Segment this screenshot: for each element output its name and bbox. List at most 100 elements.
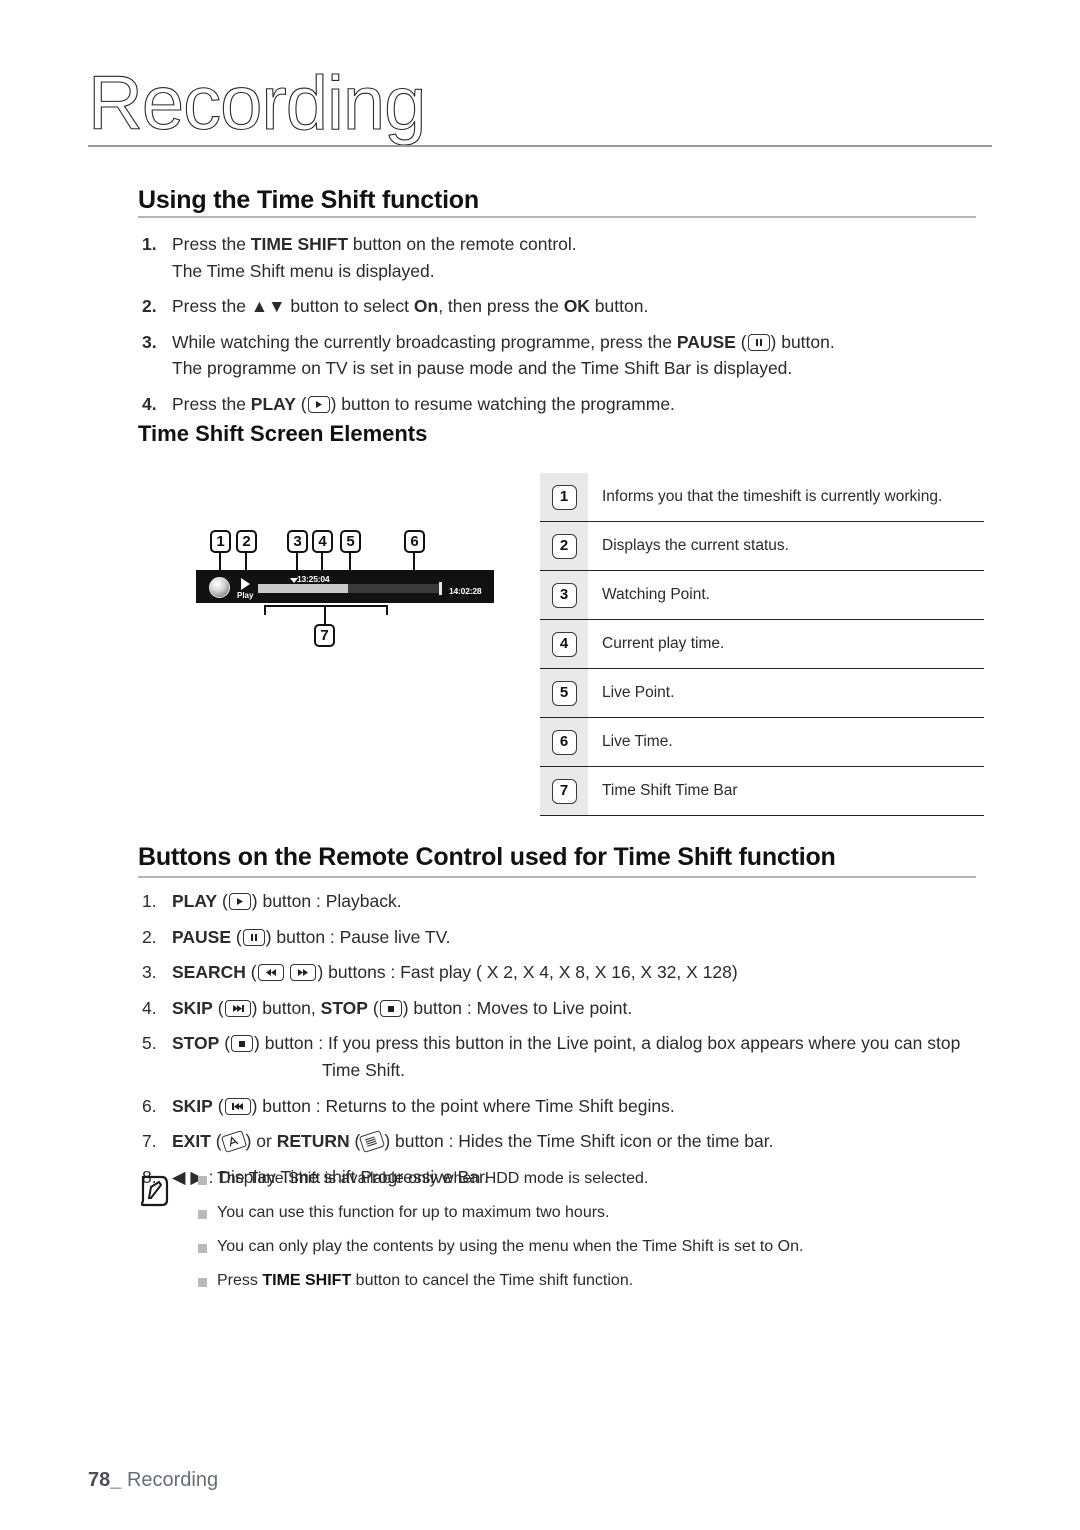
remote-item-5-line-2: Time Shift.	[322, 1059, 405, 1080]
leader-line-4	[321, 553, 323, 575]
step-1-line-2: The Time Shift menu is displayed.	[172, 260, 435, 281]
remote-item-7: 7. EXIT () or RETURN () button : Hides t…	[138, 1128, 988, 1155]
callout-7: 7	[314, 624, 335, 647]
legend-number-cell: 2	[540, 522, 588, 570]
step-3-line-2: The programme on TV is set in pause mode…	[172, 358, 793, 379]
step-4-text-a: Press the	[172, 393, 251, 414]
chapter-rule	[88, 145, 992, 147]
remote-item-4-mid: button,	[257, 997, 321, 1018]
rewind-key-icon	[257, 964, 284, 982]
step-2: 2. Press the ▲▼ button to select On, the…	[138, 293, 978, 320]
callout-4: 4	[312, 530, 333, 553]
leader-line-7	[324, 605, 326, 625]
paren-open: (	[231, 926, 242, 947]
remote-bold-stop: STOP	[172, 1033, 220, 1054]
step-2-number: 2.	[142, 296, 157, 317]
remote-item-4-number: 4.	[142, 997, 157, 1018]
callout-3: 3	[287, 530, 308, 553]
osd-status-label: Play	[237, 591, 254, 600]
legend-number-cell: 6	[540, 718, 588, 766]
current-play-time: 13:25:04	[297, 574, 330, 584]
section-heading-remote-buttons: Buttons on the Remote Control used for T…	[138, 843, 836, 871]
legend-text-3: Watching Point.	[602, 586, 710, 603]
paren-open: (	[367, 997, 379, 1018]
note-text-4-b: button to cancel the Time shift function…	[351, 1272, 634, 1289]
note-pen-icon	[138, 1174, 172, 1208]
remote-item-7-body: EXIT () or RETURN () button : Hides the …	[172, 1128, 988, 1155]
step-1-text-c: button on the remote control.	[348, 234, 577, 254]
legend-number-cell: 4	[540, 620, 588, 668]
step-3-body: While watching the currently broadcastin…	[172, 329, 978, 382]
remote-item-2-number: 2.	[142, 926, 157, 947]
stop-key-icon	[231, 1035, 254, 1053]
section1-rule	[138, 216, 976, 218]
timeshift-status-icon	[209, 577, 230, 598]
remote-item-6-rest: button : Returns to the point where Time…	[257, 1095, 675, 1116]
step-2-text-a: Press the	[172, 296, 251, 317]
legend-badge-4: 4	[551, 631, 577, 657]
bracket-span	[264, 605, 388, 607]
step-2-bold-ok: OK	[563, 296, 590, 317]
remote-item-3-body: SEARCH ( ) buttons : Fast play ( X 2, X …	[172, 959, 988, 986]
progress-remaining	[348, 584, 439, 593]
note-item: You can use this function for up to maxi…	[198, 1204, 968, 1222]
step-4-bold-play: PLAY	[250, 393, 296, 414]
manual-page: Recording Using the Time Shift function …	[0, 0, 1080, 1530]
osd-play-triangle-icon	[241, 578, 250, 590]
legend-badge-7: 7	[551, 778, 577, 804]
updown-arrows-icon: ▲▼	[250, 296, 286, 317]
legend-badge-5: 5	[551, 680, 577, 706]
remote-item-2-body: PAUSE () button : Pause live TV.	[172, 924, 988, 951]
pause-key-icon	[242, 928, 265, 946]
legend-badge-1: 1	[551, 484, 577, 510]
notes-block: The Time Shift is available only when HD…	[138, 1170, 968, 1306]
return-key-icon	[359, 1130, 386, 1154]
note-bullet-icon	[198, 1210, 207, 1219]
note-item: You can only play the contents by using …	[198, 1238, 968, 1256]
step-4-text-b: button to resume watching the programme.	[336, 393, 675, 414]
leader-line-6	[413, 553, 415, 575]
step-1-body: Press the TIME SHIFT button on the remot…	[172, 231, 978, 284]
note-bullet-icon	[198, 1278, 207, 1287]
legend-row: 1 Informs you that the timeshift is curr…	[540, 472, 984, 522]
step-2-text-c: , then press the	[438, 296, 564, 317]
remote-item-6-number: 6.	[142, 1095, 157, 1116]
legend-number-cell: 3	[540, 571, 588, 619]
step-1-text-a: Press the	[172, 234, 251, 254]
callout-5: 5	[340, 530, 361, 553]
remote-item-1-body: PLAY () button : Playback.	[172, 888, 988, 915]
note-items: The Time Shift is available only when HD…	[198, 1170, 968, 1290]
legend-number-cell: 1	[540, 473, 588, 521]
bracket-left-tick	[264, 605, 266, 615]
remote-item-5: 5. STOP () button : If you press this bu…	[138, 1030, 988, 1083]
leader-line-3	[296, 553, 298, 575]
remote-bold-stop: STOP	[320, 997, 368, 1018]
note-bullet-icon	[198, 1244, 207, 1253]
osd-timeshift-bar: Play 13:25:04 14:02:28	[196, 570, 494, 603]
remote-item-4-rest: button : Moves to Live point.	[408, 997, 633, 1018]
remote-bold-search: SEARCH	[172, 962, 246, 983]
note-text-3: You can only play the contents by using …	[217, 1238, 804, 1255]
remote-item-3-rest: buttons : Fast play ( X 2, X 4, X 8, X 1…	[323, 962, 738, 983]
live-point-marker	[439, 582, 442, 595]
note-text-1: The Time Shift is available only when HD…	[217, 1170, 649, 1187]
note-text-4-a: Press	[217, 1272, 263, 1289]
legend-badge-3: 3	[551, 582, 577, 608]
remote-buttons-list: 1. PLAY () button : Playback. 2. PAUSE (…	[138, 888, 988, 1199]
paren-open: (	[349, 1131, 361, 1152]
step-3: 3. While watching the currently broadcas…	[138, 329, 978, 382]
legend-badge-2: 2	[551, 533, 577, 559]
legend-row: 5 Live Point.	[540, 669, 984, 718]
remote-bold-play: PLAY	[172, 891, 218, 911]
chapter-title: Recording	[87, 61, 427, 146]
step-3-number: 3.	[142, 331, 157, 352]
note-text-4: Press TIME SHIFT button to cancel the Ti…	[217, 1272, 633, 1290]
remote-bold-pause: PAUSE	[172, 926, 231, 947]
callout-2: 2	[236, 530, 257, 553]
note-bold-timeshift: TIME SHIFT	[262, 1272, 352, 1289]
note-item: The Time Shift is available only when HD…	[198, 1170, 968, 1188]
paren-open: (	[217, 891, 228, 911]
remote-item-1-number: 1.	[142, 891, 157, 911]
skip-next-key-icon	[224, 999, 251, 1017]
stop-key-icon	[379, 999, 402, 1017]
